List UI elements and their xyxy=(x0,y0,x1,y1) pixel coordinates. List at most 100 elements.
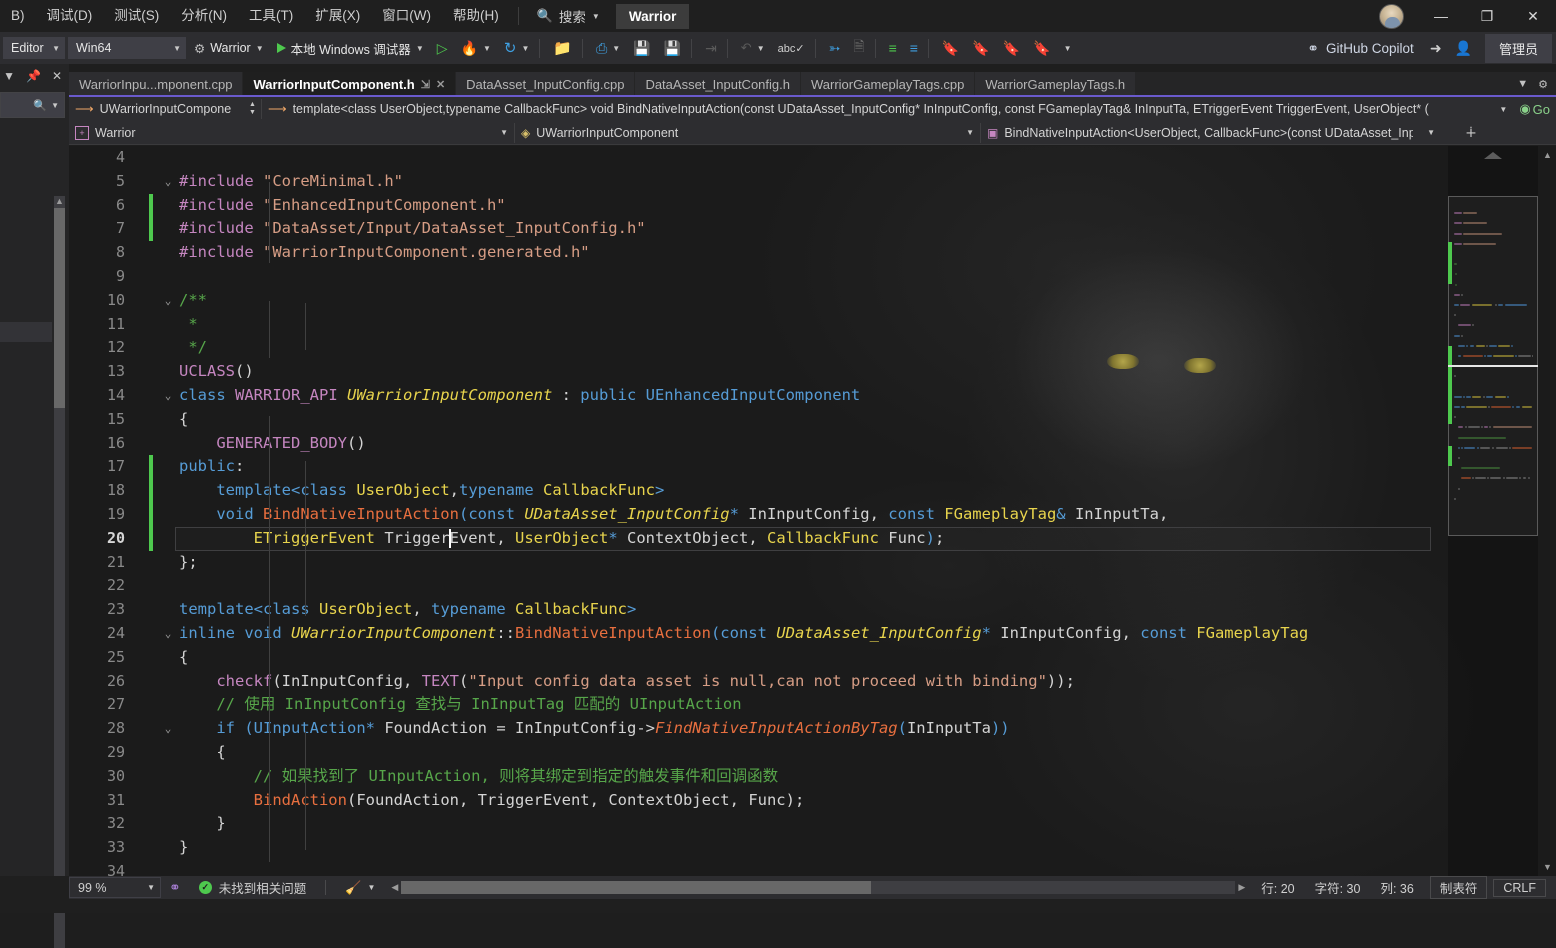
search-box[interactable]: 🔍 搜索 ▼ xyxy=(527,3,610,29)
code-lines[interactable]: 45⌄#include "CoreMinimal.h"6#include "En… xyxy=(69,146,1449,876)
nav-updown-spinner[interactable]: ▲ ▼ xyxy=(244,102,261,116)
toolbar-overflow-button[interactable]: ▼ xyxy=(1059,41,1077,56)
code-line[interactable]: 21}; xyxy=(69,551,1449,575)
scroll-right-icon[interactable]: ▶ xyxy=(1238,882,1245,893)
fold-toggle-icon[interactable]: ⌄ xyxy=(161,170,175,194)
document-tab-5[interactable]: WarriorGameplayTags.h xyxy=(975,72,1136,96)
chevron-down-icon[interactable]: ▼ xyxy=(249,110,256,116)
menu-item-3[interactable]: 分析(N) xyxy=(170,3,238,29)
menu-item-2[interactable]: 测试(S) xyxy=(103,3,170,29)
toggle-bookmark-button[interactable]: 🔖 xyxy=(937,37,964,60)
scroll-left-icon[interactable]: ◀ xyxy=(391,882,398,893)
code-line[interactable]: 17public: xyxy=(69,455,1449,479)
code-line[interactable]: 20 ETriggerEvent TriggerEvent, UserObjec… xyxy=(69,527,1449,551)
code-line[interactable]: 24⌄inline void UWarriorInputComponent::B… xyxy=(69,622,1449,646)
find-in-files-button[interactable]: 📁 xyxy=(548,36,577,60)
code-line[interactable]: 8#include "WarriorInputComponent.generat… xyxy=(69,241,1449,265)
code-line[interactable]: 19 void BindNativeInputAction(const UDat… xyxy=(69,503,1449,527)
nav-signature-combo[interactable]: ⟶ template<class UserObject,typename Cal… xyxy=(262,98,1513,120)
solution-tree[interactable]: ▲ xyxy=(0,134,69,879)
close-icon[interactable]: ✕ xyxy=(436,78,445,91)
tabs-indicator[interactable]: 制表符 xyxy=(1430,876,1488,899)
code-line[interactable]: 16 GENERATED_BODY() xyxy=(69,432,1449,456)
live-share-button[interactable]: 👤 xyxy=(1450,37,1477,60)
github-copilot-button[interactable]: ⚭ GitHub Copilot xyxy=(1299,36,1422,61)
menu-item-6[interactable]: 窗口(W) xyxy=(371,3,442,29)
code-line[interactable]: 13UCLASS() xyxy=(69,360,1449,384)
editor-horizontal-scrollbar[interactable]: ◀ ▶ xyxy=(391,880,1245,895)
code-line[interactable]: 18 template<class UserObject,typename Ca… xyxy=(69,479,1449,503)
chevron-down-icon[interactable]: ▼ xyxy=(3,69,15,83)
nav-class-combo[interactable]: ◈ UWarriorInputComponent ▼ xyxy=(515,122,980,144)
code-line[interactable]: 30 // 如果找到了 UInputAction, 则将其绑定到指定的触发事件和… xyxy=(69,765,1449,789)
code-line[interactable]: 6#include "EnhancedInputComponent.h" xyxy=(69,194,1449,218)
indent-button[interactable]: ≡ xyxy=(884,37,902,59)
fold-toggle-icon[interactable]: ⌄ xyxy=(161,289,175,313)
fold-toggle-icon[interactable]: ⌄ xyxy=(161,384,175,408)
split-view-button[interactable]: ∔ xyxy=(1441,122,1501,144)
menu-item-4[interactable]: 工具(T) xyxy=(238,3,304,29)
close-button[interactable]: ✕ xyxy=(1510,0,1556,32)
scrollbar-thumb[interactable] xyxy=(54,208,65,408)
scroll-up-icon[interactable]: ▲ xyxy=(55,196,64,206)
spellcheck-button[interactable]: abc✓ xyxy=(773,39,810,58)
code-line[interactable]: 7#include "DataAsset/Input/DataAsset_Inp… xyxy=(69,217,1449,241)
startup-project-button[interactable]: ⚙ Warrior ▼ xyxy=(189,38,269,59)
intellisense-status-icon[interactable]: ⚭ xyxy=(161,879,189,896)
code-line[interactable]: 22 xyxy=(69,574,1449,598)
menu-item-1[interactable]: 调试(D) xyxy=(36,3,104,29)
close-icon[interactable]: ✕ xyxy=(52,69,62,83)
nav-member-combo[interactable]: ▣ BindNativeInputAction<UserObject, Call… xyxy=(981,122,1441,144)
save-all-button[interactable]: 💾 xyxy=(659,37,686,60)
run-debugger-button[interactable]: 本地 Windows 调试器 ▼ xyxy=(272,36,429,61)
code-line[interactable]: 10⌄/** xyxy=(69,289,1449,313)
code-line[interactable]: 27 // 使用 InInputConfig 查找与 InInputTag 匹配… xyxy=(69,693,1449,717)
menu-item-0[interactable]: B) xyxy=(0,3,36,29)
fold-toggle-icon[interactable]: ⌄ xyxy=(161,717,175,741)
nav-project-combo[interactable]: + Warrior ▼ xyxy=(69,122,514,144)
code-line[interactable]: 11 * xyxy=(69,313,1449,337)
window-layout-button[interactable]: ⎙ ▼ xyxy=(591,37,625,60)
hscrollbar-track[interactable] xyxy=(401,881,1235,894)
avatar[interactable] xyxy=(1379,4,1404,29)
pin-icon[interactable]: ⇲ xyxy=(421,78,430,91)
document-tab-4[interactable]: WarriorGameplayTags.cpp xyxy=(801,72,975,96)
editor-vertical-scrollbar[interactable]: ▲ ▼ xyxy=(1538,146,1556,876)
scroll-down-icon[interactable]: ▼ xyxy=(1543,862,1552,872)
code-line[interactable]: 32 } xyxy=(69,812,1449,836)
code-line[interactable]: 26 checkf(InInputConfig, TEXT("Input con… xyxy=(69,670,1449,694)
code-line[interactable]: 29 { xyxy=(69,741,1449,765)
solution-config-combo[interactable]: Editor ▼ xyxy=(3,37,65,59)
zoom-level-combo[interactable]: 99 % ▼ xyxy=(69,877,161,898)
document-tab-3[interactable]: DataAsset_InputConfig.h xyxy=(635,72,801,96)
problem-status[interactable]: ✓ 未找到相关问题 xyxy=(189,878,317,897)
code-line[interactable]: 28⌄ if (UInputAction* FoundAction = InIn… xyxy=(69,717,1449,741)
solution-platform-combo[interactable]: Win64 ▼ xyxy=(68,37,186,59)
document-tab-1[interactable]: WarriorInputComponent.h⇲✕ xyxy=(243,72,456,96)
code-line[interactable]: 14⌄class WARRIOR_API UWarriorInputCompon… xyxy=(69,384,1449,408)
go-button[interactable]: ◉ Go xyxy=(1513,101,1556,117)
pointer-select-button[interactable]: ➳ xyxy=(824,37,846,60)
eol-indicator[interactable]: CRLF xyxy=(1493,879,1546,897)
code-line[interactable]: 9 xyxy=(69,265,1449,289)
code-line[interactable]: 12 */ xyxy=(69,336,1449,360)
chevron-up-icon[interactable]: ▲ xyxy=(249,102,256,108)
document-tab-2[interactable]: DataAsset_InputConfig.cpp xyxy=(456,72,635,96)
pin-icon[interactable]: 📌 xyxy=(26,69,41,83)
minimap[interactable] xyxy=(1448,146,1538,876)
code-line[interactable]: 33} xyxy=(69,836,1449,860)
code-editor[interactable]: 45⌄#include "CoreMinimal.h"6#include "En… xyxy=(69,146,1556,876)
menu-item-5[interactable]: 扩展(X) xyxy=(304,3,371,29)
solution-tree-selected-row[interactable] xyxy=(0,322,52,342)
outdent-button[interactable]: ≡ xyxy=(905,37,923,59)
hscrollbar-thumb[interactable] xyxy=(401,881,871,894)
restore-button[interactable]: ❐ xyxy=(1464,0,1510,32)
document-tab-0[interactable]: WarriorInpu...mponent.cpp xyxy=(69,72,243,96)
share-button[interactable]: ➜ xyxy=(1425,37,1447,60)
code-line[interactable]: 4 xyxy=(69,146,1449,170)
solution-search-input[interactable]: 🔍 ▼ xyxy=(0,92,65,118)
tab-list-icon[interactable]: ▼ xyxy=(1517,78,1528,90)
nav-scope-combo[interactable]: ⟶ UWarriorInputCompone ▼ xyxy=(69,98,244,120)
start-without-debug-button[interactable]: ▷ xyxy=(432,37,453,60)
scroll-up-icon[interactable]: ▲ xyxy=(1543,150,1552,160)
